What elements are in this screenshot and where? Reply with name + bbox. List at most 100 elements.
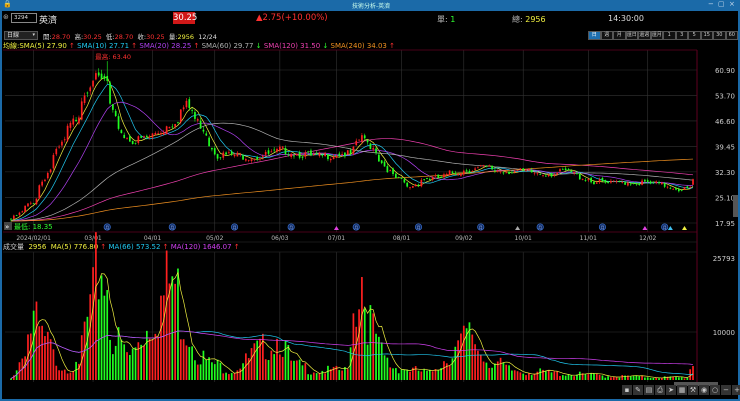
triangle-marker-icon (515, 226, 521, 230)
candle-body (578, 174, 581, 180)
toolbar-tool-icon[interactable]: ⚒ (688, 385, 698, 395)
volume-bar (437, 369, 440, 380)
volume-bar (100, 275, 103, 380)
candle-body (352, 146, 355, 154)
candle-body (635, 182, 638, 185)
candle-body (426, 177, 428, 180)
volume-bar (607, 376, 609, 380)
volume-bar (321, 370, 324, 380)
toolbar-tool-icon[interactable]: ○ (710, 385, 720, 395)
candle-body (420, 179, 423, 187)
candle-body (12, 215, 15, 219)
toolbar-tool-icon[interactable]: ▦ (677, 385, 687, 395)
candle-body (72, 118, 75, 125)
candle-body (179, 109, 182, 123)
candle-body (581, 178, 584, 180)
monthly-revenue-glyph: 月 (289, 225, 293, 230)
vertical-scrollbar[interactable] (733, 195, 738, 217)
toolbar-tool-icon[interactable]: ◉ (699, 385, 709, 395)
volume-bar (593, 373, 595, 380)
toolbar-tool-icon[interactable]: ▤ (644, 385, 654, 395)
candle-body (496, 170, 499, 172)
candle-body (202, 129, 205, 132)
volume-bar (95, 232, 97, 380)
candle-body (561, 168, 564, 170)
volume-bar (162, 295, 165, 380)
volume-bar (341, 370, 343, 380)
candle-body (361, 135, 363, 142)
volume-bar (621, 375, 624, 380)
volume-bar (24, 356, 27, 380)
candle-body (276, 148, 278, 152)
volume-tick-label: 25793 (713, 255, 735, 263)
candle-body (604, 180, 607, 183)
volume-bar (165, 250, 168, 380)
volume-bar (250, 348, 253, 380)
volume-bar (92, 267, 94, 380)
candle-body (629, 183, 632, 185)
volume-bar (188, 346, 191, 380)
candle-body (409, 187, 411, 189)
volume-bar (598, 374, 601, 380)
volume-bar (652, 377, 655, 380)
volume-bar (485, 362, 488, 380)
volume-bar (644, 377, 646, 380)
candle-body (287, 154, 290, 156)
volume-bar (242, 363, 244, 380)
candle-body (55, 148, 58, 155)
volume-bar (454, 346, 457, 380)
volume-bar (414, 366, 417, 380)
volume-bar (556, 371, 559, 380)
volume-bar (547, 369, 550, 380)
candle-body (298, 152, 301, 158)
toolbar-tool-icon[interactable]: − (721, 385, 731, 395)
volume-bar (109, 339, 111, 380)
candle-body (230, 151, 233, 155)
toolbar-tool-icon[interactable]: ▪ (622, 385, 632, 395)
candle-body (689, 187, 692, 188)
volume-bar (38, 326, 41, 380)
min-price-label: 最低: 18.35 (14, 222, 53, 231)
volume-bar (131, 348, 134, 380)
triangle-marker-icon (642, 226, 648, 230)
volume-bar (211, 362, 213, 380)
volume-bar (457, 340, 459, 380)
candle-body (120, 130, 123, 134)
candle-body (259, 158, 261, 160)
toolbar-tool-icon[interactable]: ⎙ (655, 385, 665, 395)
toolbar-tool-icon[interactable]: ✎ (633, 385, 643, 395)
volume-bar (41, 325, 43, 380)
volume-bar (409, 371, 411, 380)
toolbar-tool-icon[interactable]: + (732, 385, 740, 395)
candle-body (264, 151, 267, 155)
volume-bar (194, 360, 196, 380)
volume-bar (559, 376, 561, 380)
candle-body (669, 187, 672, 189)
volume-bar (69, 372, 72, 380)
chart-canvas[interactable]: 60.90 53.70 46.60 39.45 32.30 25.10 17.95 25793… (0, 0, 740, 401)
triangle-marker-icon (667, 226, 673, 230)
candle-body (511, 172, 513, 174)
candle-body (92, 80, 94, 87)
volume-bar (120, 339, 123, 380)
volume-bar (443, 361, 445, 380)
candle-body (41, 181, 43, 186)
volume-bar (550, 372, 553, 380)
volume-bar (499, 357, 502, 380)
sma-240-line (10, 158, 694, 222)
candle-body (123, 134, 126, 139)
volume-bar (567, 374, 570, 380)
candle-body (126, 137, 128, 139)
candle-body (445, 174, 448, 176)
candle-body (222, 152, 225, 158)
volume-bar (505, 364, 508, 380)
candle-body (530, 169, 533, 173)
toolbar-tool-icon[interactable]: ➤ (666, 385, 676, 395)
volume-bar (89, 294, 92, 380)
candle-body (680, 190, 683, 192)
volume-bar (46, 331, 49, 380)
date-tick-label: 12/02 (639, 235, 656, 242)
candle-body (400, 177, 403, 179)
volume-bar (205, 359, 208, 380)
triangle-marker-icon (333, 226, 339, 230)
